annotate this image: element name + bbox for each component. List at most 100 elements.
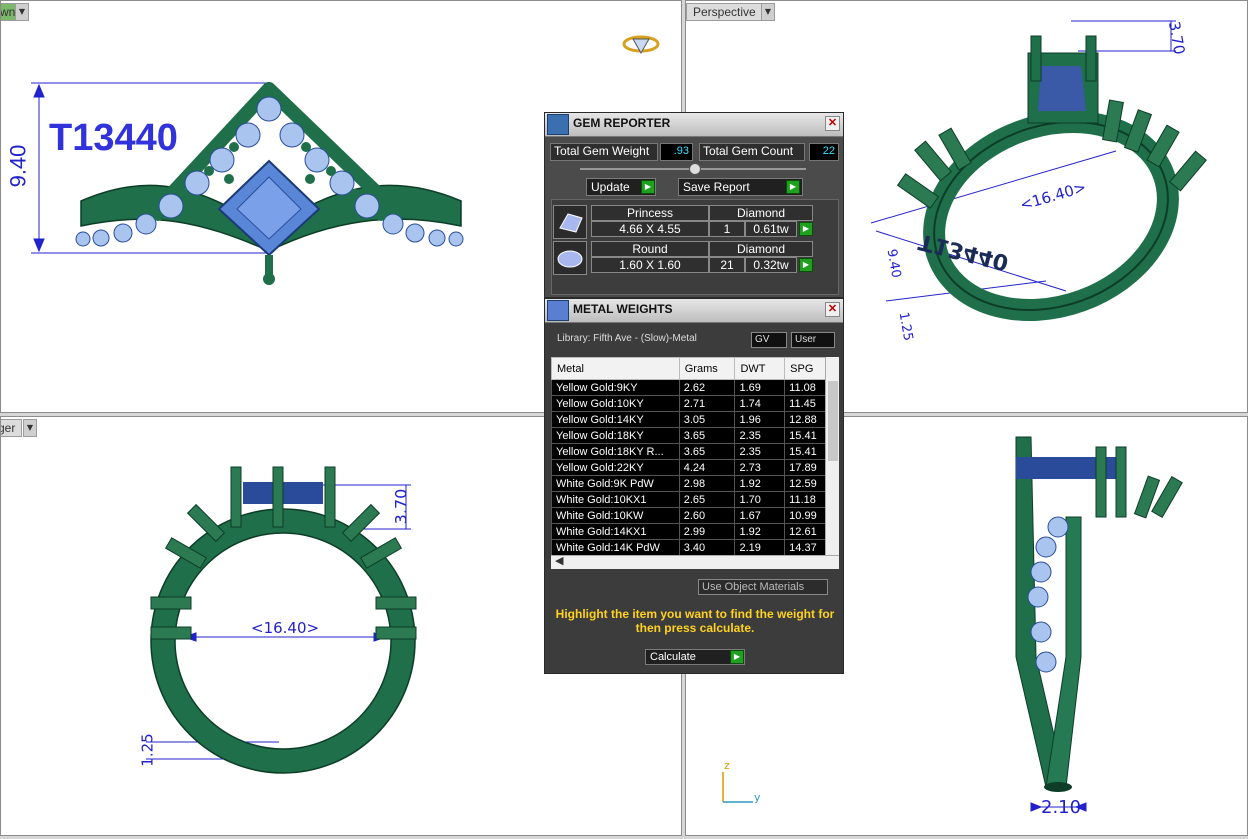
- scroll-left-icon[interactable]: ◀: [555, 554, 563, 567]
- calculate-hint: Highlight the item you want to find the …: [555, 607, 835, 635]
- metal-cell: Yellow Gold:14KY: [551, 411, 680, 428]
- gem-type: Diamond: [709, 241, 813, 257]
- spg-cell: 14.37: [784, 539, 831, 556]
- vertical-scrollbar[interactable]: [825, 357, 839, 567]
- spg-cell: 11.18: [784, 491, 831, 508]
- column-header-dwt[interactable]: DWT: [734, 357, 786, 380]
- model-label: T13440: [49, 117, 178, 159]
- metal-cell: White Gold:9K PdW: [551, 475, 680, 492]
- metal-cell: Yellow Gold:10KY: [551, 395, 680, 412]
- user-toggle[interactable]: User: [791, 332, 835, 348]
- gem-size: 1.60 X 1.60: [591, 257, 709, 273]
- use-object-materials-label: Use Object Materials: [702, 581, 805, 593]
- update-go-icon[interactable]: ▶: [641, 180, 655, 194]
- column-header-metal[interactable]: Metal: [551, 357, 680, 380]
- bottom-dimension-value: 1.25: [138, 733, 157, 767]
- metal-cell: White Gold:10KX1: [551, 491, 680, 508]
- spg-cell: 17.89: [784, 459, 831, 476]
- width-dimension-value: <16.40>: [251, 619, 320, 637]
- horizontal-scrollbar[interactable]: ◀: [551, 555, 839, 569]
- metal-weights-header[interactable]: METAL WEIGHTS ✕: [545, 299, 843, 323]
- table-row[interactable]: White Gold:14KX1 2.99 1.92 12.61: [551, 523, 831, 540]
- gem-count: 1: [709, 221, 745, 237]
- scrollbar-thumb[interactable]: [828, 381, 838, 461]
- dwt-cell: 1.92: [734, 475, 786, 492]
- table-row[interactable]: White Gold:10KX1 2.65 1.70 11.18: [551, 491, 831, 508]
- dwt-cell: 1.74: [734, 395, 786, 412]
- gv-toggle-label: GV: [755, 334, 770, 345]
- grams-cell: 2.62: [678, 379, 736, 396]
- table-row[interactable]: Yellow Gold:22KY 4.24 2.73 17.89: [551, 459, 831, 476]
- gem-size: 4.66 X 4.55: [591, 221, 709, 237]
- table-row[interactable]: Yellow Gold:10KY 2.71 1.74 11.45: [551, 395, 831, 412]
- table-row[interactable]: White Gold:10KW 2.60 1.67 10.99: [551, 507, 831, 524]
- gv-toggle[interactable]: GV: [751, 332, 787, 348]
- spg-cell: 12.61: [784, 523, 831, 540]
- table-row[interactable]: White Gold:14K PdW 3.40 2.19 14.37: [551, 539, 831, 556]
- metal-weights-panel: METAL WEIGHTS ✕ Library: Fifth Ave - (Sl…: [544, 298, 844, 674]
- table-row[interactable]: Yellow Gold:18KY R... 3.65 2.35 15.41: [551, 443, 831, 460]
- dwt-cell: 1.67: [734, 507, 786, 524]
- user-toggle-label: User: [795, 334, 817, 345]
- grams-cell: 3.05: [678, 411, 736, 428]
- close-icon[interactable]: ✕: [825, 302, 840, 317]
- table-row[interactable]: Yellow Gold:14KY 3.05 1.96 12.88: [551, 411, 831, 428]
- grams-cell: 3.65: [678, 427, 736, 444]
- princess-gem-icon: [553, 205, 587, 239]
- metal-weights-icon: [547, 300, 569, 321]
- table-row[interactable]: White Gold:9K PdW 2.98 1.92 12.59: [551, 475, 831, 492]
- column-header-grams[interactable]: Grams: [678, 357, 736, 380]
- spg-cell: 15.41: [784, 443, 831, 460]
- bottom-dimension-value: 2.10: [1041, 797, 1082, 818]
- gem-weight: 0.61tw: [745, 221, 797, 237]
- gem-reporter-panel: GEM REPORTER ✕ Total Gem Weight .93 Tota…: [544, 112, 844, 298]
- save-report-button[interactable]: Save Report: [678, 178, 803, 196]
- table-row[interactable]: Yellow Gold:9KY 2.62 1.69 11.08: [551, 379, 831, 396]
- gem-row-princess[interactable]: Princess Diamond 4.66 X 4.55 1 0.61tw ▶: [553, 205, 833, 239]
- metal-cell: White Gold:10KW: [551, 507, 680, 524]
- gem-type: Diamond: [709, 205, 813, 221]
- grams-cell: 2.99: [678, 523, 736, 540]
- calculate-go-icon[interactable]: ▶: [730, 650, 744, 664]
- dwt-cell: 2.35: [734, 443, 786, 460]
- dwt-cell: 1.69: [734, 379, 786, 396]
- total-weight-value: .93: [660, 143, 693, 161]
- axis-y-label: y: [754, 791, 761, 804]
- dwt-cell: 1.92: [734, 523, 786, 540]
- top-dimension-value: 3.70: [391, 488, 411, 525]
- grams-cell: 2.71: [678, 395, 736, 412]
- gem-weight: 0.32tw: [745, 257, 797, 273]
- metal-cell: Yellow Gold:18KY R...: [551, 443, 680, 460]
- gem-count: 21: [709, 257, 745, 273]
- metal-cell: Yellow Gold:22KY: [551, 459, 680, 476]
- grams-cell: 2.65: [678, 491, 736, 508]
- grams-cell: 3.65: [678, 443, 736, 460]
- grams-cell: 2.60: [678, 507, 736, 524]
- dwt-cell: 1.96: [734, 411, 786, 428]
- spg-cell: 15.41: [784, 427, 831, 444]
- close-icon[interactable]: ✕: [825, 116, 840, 131]
- gem-shape: Princess: [591, 205, 709, 221]
- save-report-go-icon[interactable]: ▶: [786, 180, 800, 194]
- grams-cell: 4.24: [678, 459, 736, 476]
- column-header-spg[interactable]: SPG: [784, 357, 831, 380]
- metal-cell: Yellow Gold:18KY: [551, 427, 680, 444]
- use-object-materials-toggle[interactable]: Use Object Materials: [698, 579, 828, 595]
- table-row[interactable]: Yellow Gold:18KY 3.65 2.35 15.41: [551, 427, 831, 444]
- library-label: Library: Fifth Ave - (Slow)-Metal: [557, 333, 697, 344]
- gem-go-icon[interactable]: ▶: [799, 222, 813, 236]
- gem-slider-handle[interactable]: [689, 163, 701, 175]
- save-report-label: Save Report: [683, 180, 750, 194]
- gem-row-round[interactable]: Round Diamond 1.60 X 1.60 21 0.32tw ▶: [553, 241, 833, 275]
- update-label: Update: [591, 180, 630, 194]
- total-count-label: Total Gem Count: [699, 143, 805, 161]
- dwt-cell: 2.19: [734, 539, 786, 556]
- spg-cell: 12.88: [784, 411, 831, 428]
- gem-go-icon[interactable]: ▶: [799, 258, 813, 272]
- axis-gizmo-icon: [722, 772, 753, 803]
- grams-cell: 3.40: [678, 539, 736, 556]
- spg-cell: 12.59: [784, 475, 831, 492]
- metal-cell: White Gold:14K PdW: [551, 539, 680, 556]
- gem-reporter-header[interactable]: GEM REPORTER ✕: [545, 113, 843, 137]
- spg-cell: 11.08: [784, 379, 831, 396]
